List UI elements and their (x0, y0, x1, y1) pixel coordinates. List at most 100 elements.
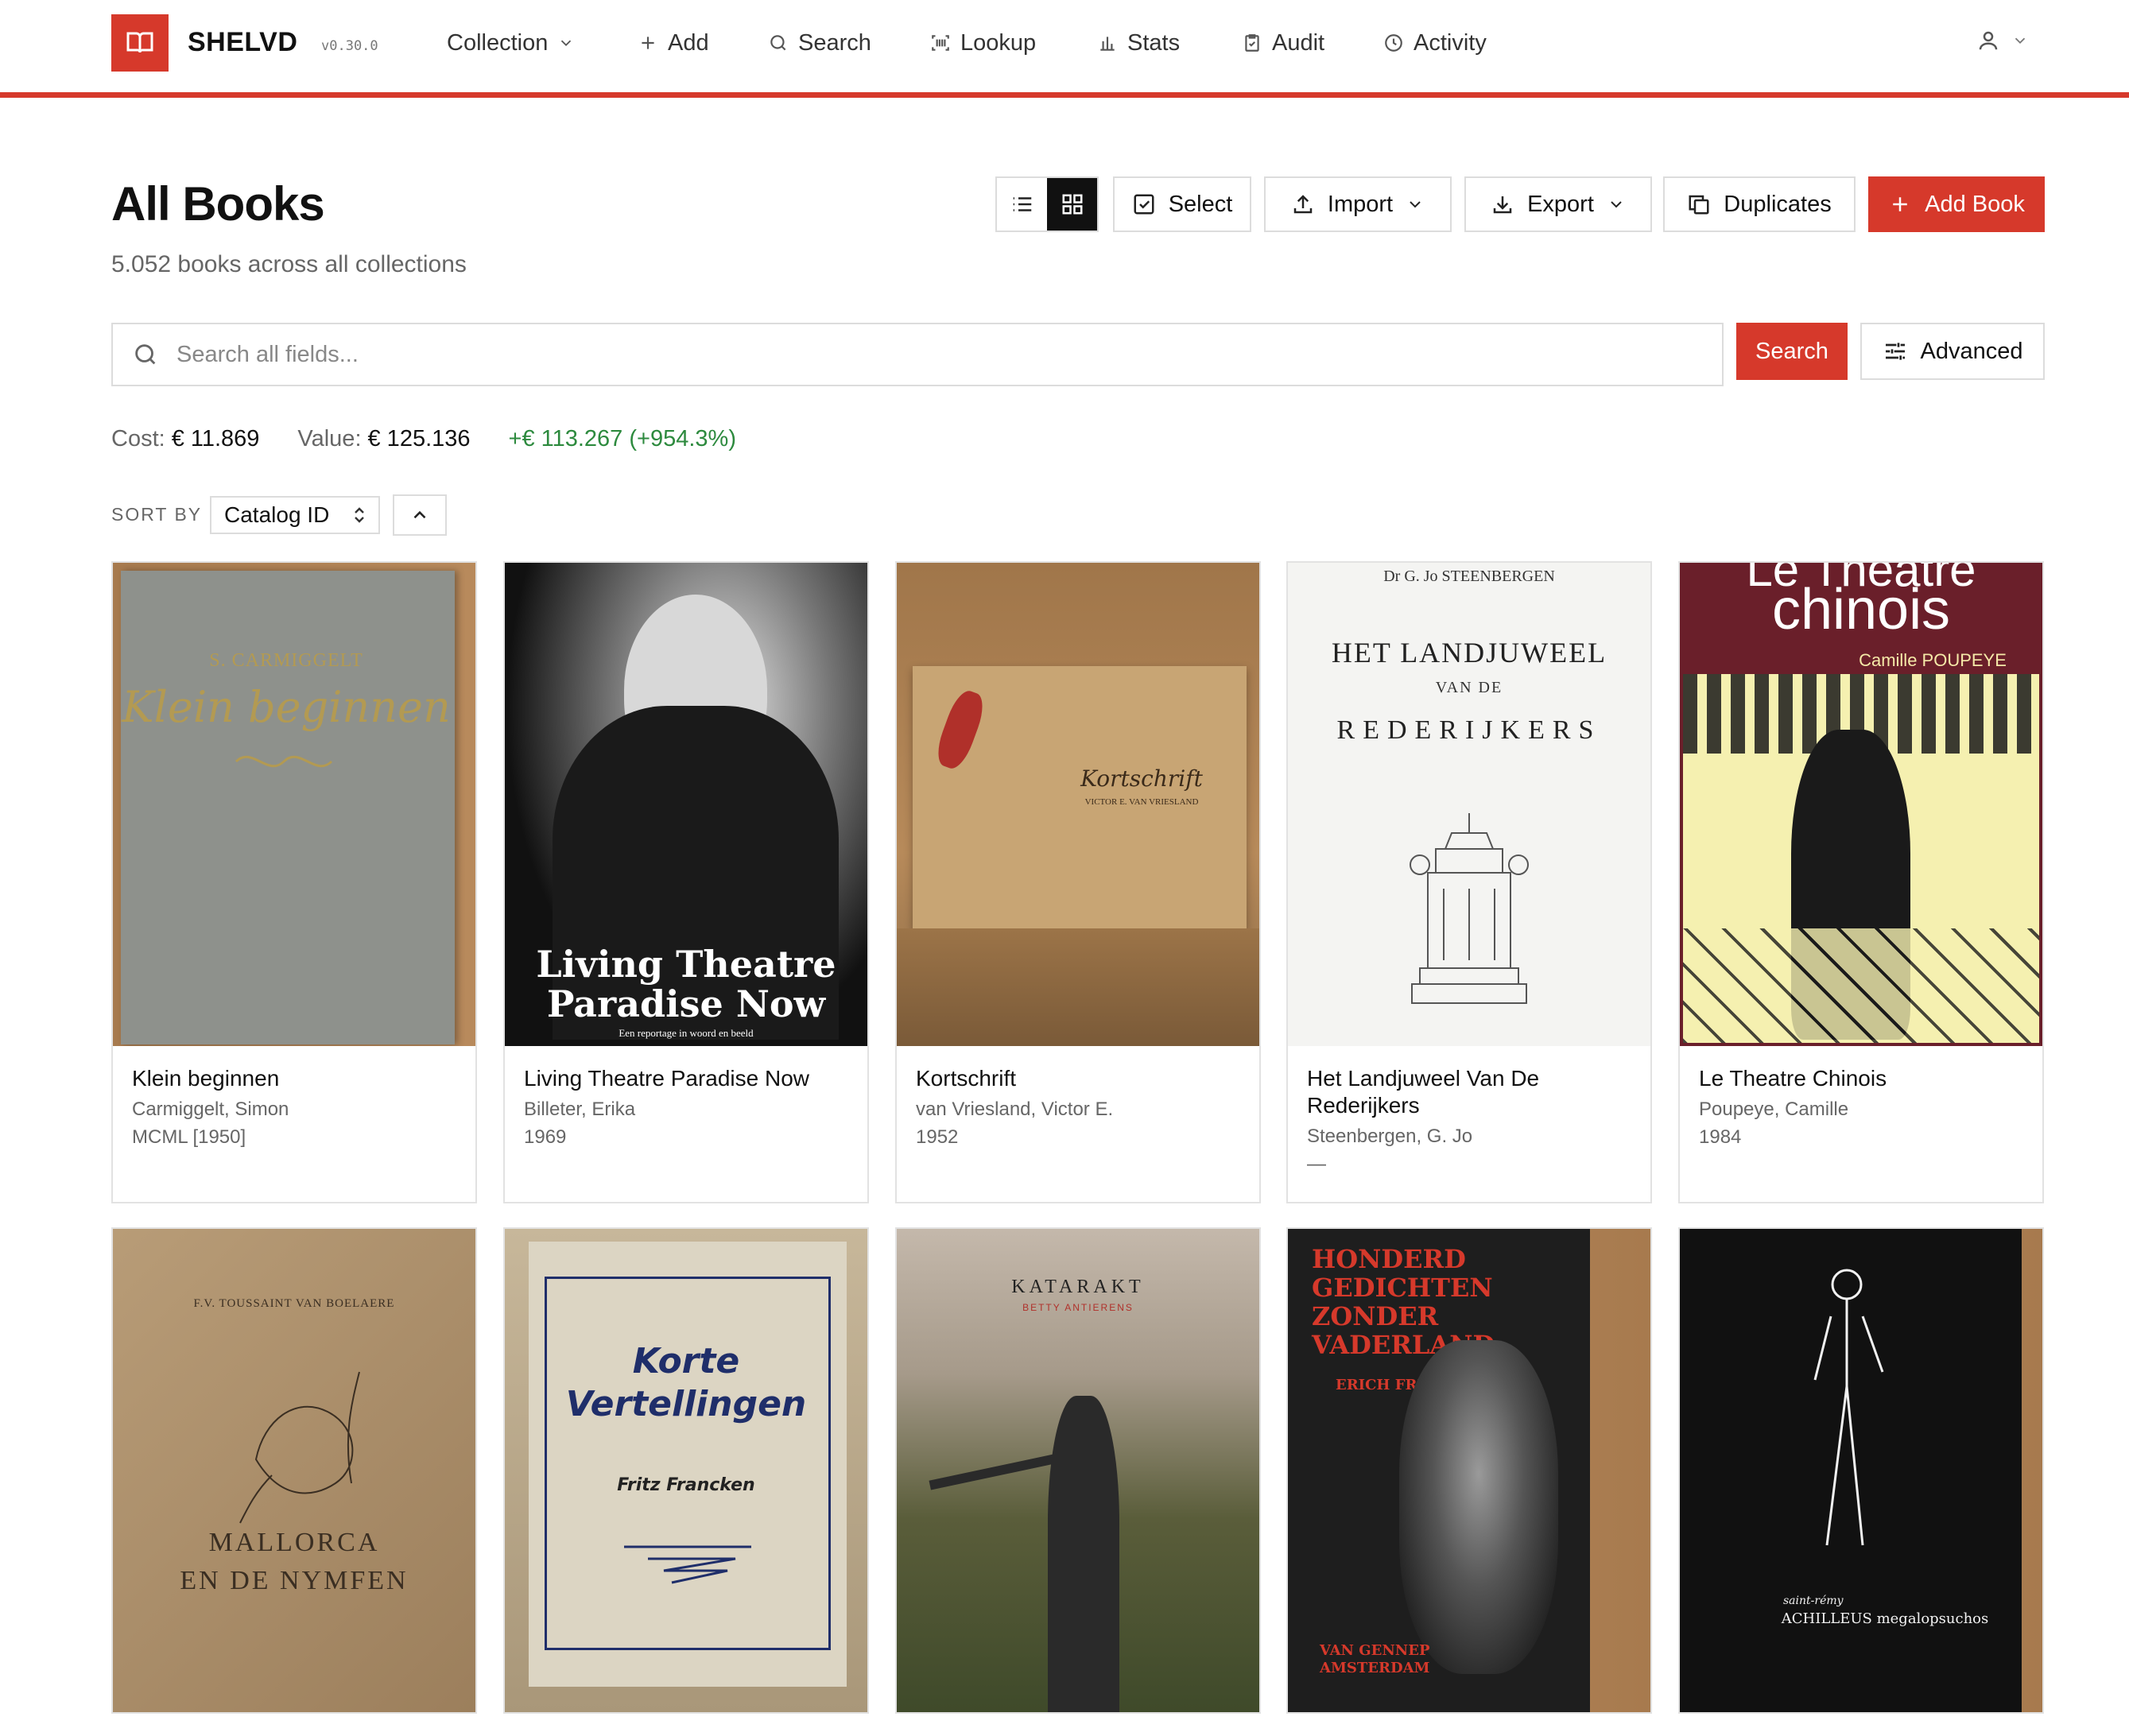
book-year: 1952 (916, 1126, 959, 1148)
list-view-button[interactable] (997, 178, 1047, 231)
book-cover-image: Living Theatre Paradise Now Een reportag… (505, 563, 867, 1046)
nav-collection-label: Collection (447, 29, 549, 56)
book-title: Klein beginnen (132, 1066, 280, 1091)
book-cover-image: Kortschrift VICTOR E. VAN VRIESLAND (897, 563, 1259, 1046)
page-title: All Books (111, 177, 325, 231)
nav-lookup[interactable]: Lookup (930, 24, 1036, 62)
value-label: Value: (297, 426, 362, 451)
cover-author-text: Dr G. Jo STEENBERGEN (1383, 568, 1555, 585)
cover-publisher-text: VAN GENNEP AMSTERDAM (1320, 1642, 1430, 1676)
nav-activity[interactable]: Activity (1383, 24, 1487, 62)
book-card[interactable]: Le Théâtre chinois Camille POUPEYE Le Th… (1678, 561, 2044, 1203)
cost-label: Cost: (111, 426, 165, 451)
book-cover-image: Le Théâtre chinois Camille POUPEYE (1680, 563, 2042, 1046)
cover-title-text: KATARAKT (1011, 1277, 1145, 1297)
chevron-down-icon (561, 40, 572, 47)
nav-collection[interactable]: Collection (447, 24, 575, 62)
nav-stats-label: Stats (1127, 29, 1181, 56)
cover-title-text: HET LANDJUWEEL (1331, 637, 1607, 668)
nav-stats[interactable]: Stats (1097, 24, 1180, 62)
sort-direction-button[interactable] (393, 494, 447, 536)
grid-icon (1062, 194, 1082, 215)
book-logo-icon[interactable] (111, 14, 169, 72)
cover-title-text: EN DE NYMFEN (180, 1566, 409, 1595)
book-year: MCML [1950] (132, 1126, 246, 1148)
cover-title-text: ACHILLEUS megalopsuchos (1781, 1610, 1989, 1627)
gain-value: +€ 113.267 (+954.3%) (508, 426, 736, 451)
chevron-down-icon (1611, 201, 1622, 208)
app-version: v0.30.0 (321, 38, 378, 54)
book-cover-image: KATARAKT BETTY ANTIERENS (897, 1229, 1259, 1712)
nav-search[interactable]: Search (768, 24, 871, 62)
search-submit-button[interactable]: Search (1736, 323, 1848, 380)
export-button[interactable]: Export (1464, 176, 1652, 232)
add-book-button[interactable]: Add Book (1868, 176, 2045, 232)
book-card[interactable]: KATARAKT BETTY ANTIERENS (895, 1227, 1261, 1714)
book-card[interactable]: Living Theatre Paradise Now Een reportag… (503, 561, 869, 1203)
advanced-button-label: Advanced (1920, 338, 2023, 364)
book-cover-image: S. CARMIGGELT Klein beginnen (113, 563, 475, 1046)
cover-text: VAN DE (1435, 679, 1503, 696)
nav-add[interactable]: Add (638, 24, 709, 62)
book-title: Kortschrift (916, 1066, 1017, 1091)
barcode-icon (932, 35, 949, 51)
cover-author-text: Fritz Francken (617, 1475, 755, 1495)
user-icon (1979, 31, 1998, 50)
cover-title-text: Kortschrift (1080, 765, 1203, 792)
cover-author-text: VICTOR E. VAN VRIESLAND (1084, 797, 1199, 807)
import-button-label: Import (1327, 191, 1394, 217)
book-card[interactable]: S. CARMIGGELT Klein beginnen Klein begin… (111, 561, 477, 1203)
cover-title-text: Living Theatre Paradise Now (536, 943, 836, 1025)
book-card[interactable]: Kortschrift VICTOR E. VAN VRIESLAND Kort… (895, 561, 1261, 1203)
nav-search-label: Search (798, 29, 871, 56)
search-icon (770, 35, 786, 51)
book-author: Steenbergen, G. Jo (1307, 1126, 1473, 1147)
brand-name[interactable]: SHELVD (188, 27, 297, 58)
nav-add-label: Add (668, 29, 709, 56)
value-value: € 125.136 (367, 426, 471, 451)
view-toggle (995, 176, 1099, 232)
search-input[interactable] (176, 341, 1687, 368)
cover-title-text: Klein beginnen (122, 682, 451, 732)
checkbox-icon (1134, 194, 1154, 215)
book-title: Living Theatre Paradise Now (524, 1066, 810, 1091)
book-author: Poupeye, Camille (1699, 1099, 1849, 1120)
book-card[interactable]: HONDERD GEDICHTEN ZONDER VADERLAND ERICH… (1286, 1227, 1652, 1714)
accent-divider (0, 92, 2129, 98)
book-cover-image: Dr G. Jo STEENBERGEN HET LANDJUWEEL VAN … (1288, 563, 1650, 1046)
select-button[interactable]: Select (1113, 176, 1251, 232)
nav-activity-label: Activity (1414, 29, 1487, 56)
chevron-down-icon (2015, 37, 2026, 45)
book-count-subtitle: 5.052 books across all collections (111, 251, 467, 277)
book-card[interactable]: Dr G. Jo STEENBERGEN HET LANDJUWEEL VAN … (1286, 561, 1652, 1203)
clock-icon (1385, 34, 1402, 52)
duplicates-button[interactable]: Duplicates (1663, 176, 1856, 232)
cover-title-text: chinois (1771, 578, 1951, 641)
nav-lookup-label: Lookup (960, 29, 1037, 56)
cover-author-text: BETTY ANTIERENS (1022, 1302, 1134, 1313)
book-title: Le Theatre Chinois (1699, 1066, 1887, 1091)
building-illustration-icon (1410, 813, 1529, 1004)
sort-field-value: Catalog ID (224, 502, 330, 527)
cover-author-text: Camille POUPEYE (1859, 650, 2007, 670)
nav-audit-label: Audit (1272, 29, 1325, 56)
cover-title-text: REDERIJKERS (1336, 715, 1602, 745)
book-cover-image: F.V. TOUSSAINT VAN BOELAERE MALLORCA EN … (113, 1229, 475, 1712)
book-card[interactable]: Korte Vertellingen Fritz Francken (503, 1227, 869, 1714)
book-card[interactable]: F.V. TOUSSAINT VAN BOELAERE MALLORCA EN … (111, 1227, 477, 1714)
book-author: van Vriesland, Victor E. (916, 1099, 1114, 1120)
user-menu-button[interactable] (1976, 29, 2029, 52)
cover-text: S. CARMIGGELT (209, 650, 363, 671)
plus-icon (1893, 197, 1907, 211)
import-button[interactable]: Import (1264, 176, 1452, 232)
clipboard-check-icon (1245, 34, 1259, 52)
advanced-search-button[interactable]: Advanced (1860, 323, 2045, 380)
book-title: Het Landjuweel Van De Rederijkers (1307, 1066, 1540, 1118)
nav-audit[interactable]: Audit (1242, 24, 1324, 62)
cost-value: € 11.869 (171, 426, 260, 451)
sort-field-select[interactable]: Catalog ID (210, 496, 380, 534)
book-card[interactable]: saint-rémy ACHILLEUS megalopsuchos (1678, 1227, 2044, 1714)
cover-title-text: Korte Vertellingen (565, 1341, 807, 1424)
grid-view-button[interactable] (1047, 178, 1097, 231)
cover-text: saint-rémy (1783, 1595, 1844, 1607)
